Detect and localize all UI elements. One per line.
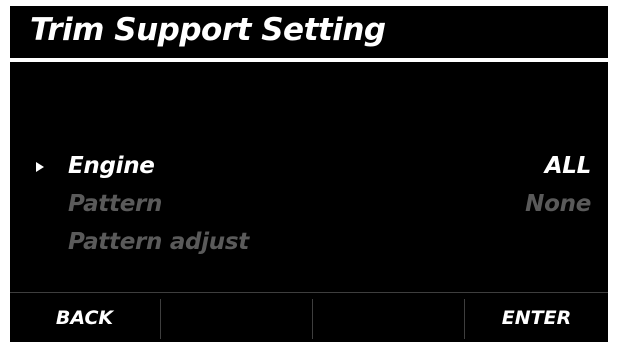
- menu-item-pattern[interactable]: Pattern None: [10, 189, 608, 225]
- menu-item-value: None: [525, 191, 591, 217]
- menu-item-label: Pattern adjust: [68, 229, 249, 255]
- back-softkey[interactable]: BACK: [10, 293, 159, 342]
- softkey-3[interactable]: [313, 293, 463, 342]
- menu-item-engine[interactable]: Engine ALL: [10, 151, 608, 187]
- menu-item-label: Pattern: [68, 191, 163, 217]
- selection-cursor-icon: [36, 162, 44, 172]
- menu-item-label: Engine: [68, 153, 155, 179]
- softkey-2[interactable]: [161, 293, 311, 342]
- page-title: Trim Support Setting: [30, 12, 386, 48]
- display-screen: Trim Support Setting Engine ALL Pattern …: [10, 6, 608, 342]
- menu-item-value: ALL: [544, 153, 592, 179]
- softkey-bar: BACK ENTER: [10, 293, 608, 342]
- enter-softkey[interactable]: ENTER: [465, 293, 608, 342]
- title-divider: [10, 58, 608, 62]
- menu-item-pattern-adjust[interactable]: Pattern adjust: [10, 227, 608, 263]
